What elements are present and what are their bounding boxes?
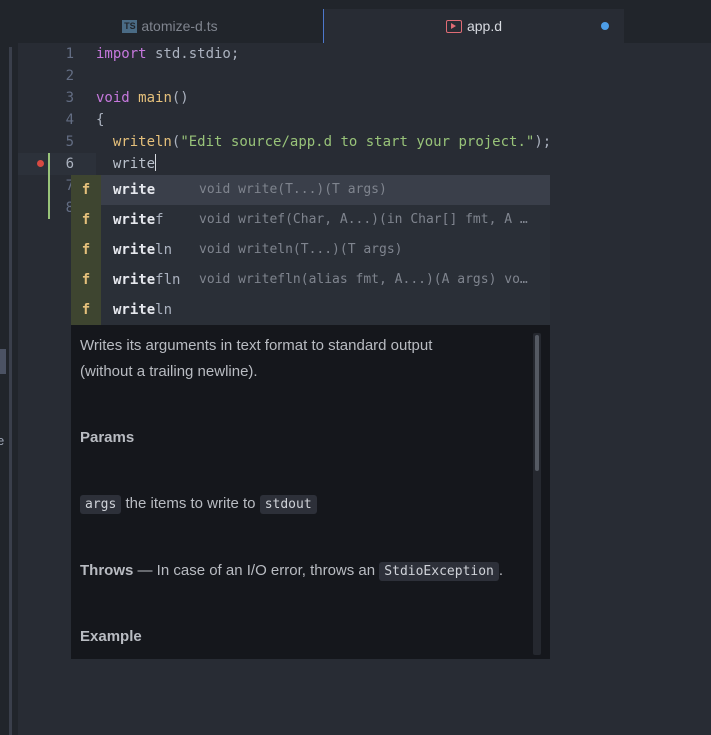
doc-example-heading: Example bbox=[80, 628, 142, 645]
tab-atomize-d-ts[interactable]: TS atomize-d.ts bbox=[18, 9, 322, 43]
keyword: import bbox=[96, 46, 147, 62]
line-number: 3 bbox=[65, 90, 74, 106]
suggestion-item[interactable]: f writeln bbox=[71, 295, 550, 325]
suggestion-item[interactable]: f writeln void writeln(T...)(T args) bbox=[71, 235, 550, 265]
suggestion-item[interactable]: f writefln void writefln(alias fmt, A...… bbox=[71, 265, 550, 295]
suggestion-item[interactable]: f writef void writef(Char, A...)(in Char… bbox=[71, 205, 550, 235]
panel-divider[interactable] bbox=[9, 47, 12, 735]
typed-text: write bbox=[112, 156, 156, 172]
suggestion-item[interactable]: f write void write(T...)(T args) bbox=[71, 175, 550, 205]
doc-param-entry: args the items to write to stdout bbox=[80, 491, 317, 518]
panel-toggle-tab[interactable] bbox=[0, 349, 6, 374]
code-line[interactable]: { bbox=[96, 109, 104, 131]
line-number: 2 bbox=[65, 68, 74, 84]
code-line[interactable]: writeln("Edit source/app.d to start your… bbox=[96, 131, 551, 153]
tab-label: atomize-d.ts bbox=[141, 18, 218, 34]
doc-params-heading: Params bbox=[80, 429, 135, 446]
function-kind-icon: f bbox=[71, 205, 101, 235]
throws-heading: Throws bbox=[80, 562, 134, 579]
text-cursor bbox=[155, 154, 157, 171]
param-target: stdout bbox=[259, 495, 317, 514]
tab-app-d[interactable]: app.d bbox=[323, 9, 624, 43]
line-number: 4 bbox=[65, 112, 74, 128]
function-kind-icon: f bbox=[71, 295, 101, 325]
string-literal: "Edit source/app.d to start your project… bbox=[180, 134, 535, 150]
code-text: std.stdio; bbox=[146, 46, 240, 62]
suggestion-signature: void writeln(T...)(T args) bbox=[199, 242, 403, 257]
code-text: ); bbox=[534, 134, 552, 150]
function-kind-icon: f bbox=[71, 235, 101, 265]
suggestion-name: writeln bbox=[113, 242, 173, 258]
function-call: writeln bbox=[112, 134, 172, 150]
code-line[interactable]: import std.stdio; bbox=[96, 43, 239, 65]
line-number: 1 bbox=[65, 46, 74, 62]
code-text: () bbox=[171, 90, 189, 106]
function-name: main bbox=[138, 90, 172, 106]
suggestion-name: writeln bbox=[113, 302, 173, 318]
suggestion-signature: void writef(Char, A...)(in Char[] fmt, A… bbox=[199, 212, 528, 227]
suggestion-signature: void write(T...)(T args) bbox=[199, 182, 387, 197]
line-number: 7 bbox=[65, 178, 74, 194]
suggestion-signature: void writefln(alias fmt, A...)(A args) v… bbox=[199, 272, 528, 287]
autocomplete-suggestions: f write void write(T...)(T args) f write… bbox=[71, 175, 550, 325]
left-panel-strip: e bbox=[0, 0, 18, 735]
keyword: void bbox=[96, 90, 130, 106]
code-text: { bbox=[96, 112, 105, 128]
typescript-file-icon: TS bbox=[122, 19, 138, 33]
modified-indicator-icon[interactable] bbox=[601, 22, 609, 30]
function-kind-icon: f bbox=[71, 175, 101, 205]
param-name: args bbox=[80, 495, 122, 514]
function-kind-icon: f bbox=[71, 265, 101, 295]
suggestion-name: writef bbox=[113, 212, 164, 228]
doc-throws: Throws — In case of an I/O error, throws… bbox=[80, 562, 504, 581]
line-number-current: 6 bbox=[65, 156, 74, 172]
code-line-current[interactable]: write bbox=[96, 153, 157, 175]
left-panel-text-fragment: e bbox=[0, 433, 5, 448]
exception-name: StdioException bbox=[379, 562, 499, 581]
tab-label: app.d bbox=[466, 18, 503, 34]
doc-description: Writes its arguments in text format to s… bbox=[80, 337, 433, 380]
d-file-icon bbox=[445, 19, 462, 33]
suggestion-name: write bbox=[113, 182, 156, 198]
line-number: 5 bbox=[65, 134, 74, 150]
doc-scrollbar-thumb[interactable] bbox=[535, 335, 539, 471]
suggestion-name: writefln bbox=[113, 272, 181, 288]
documentation-panel[interactable]: Writes its arguments in text format to s… bbox=[71, 325, 550, 659]
line-number: 8 bbox=[65, 200, 74, 216]
code-line[interactable]: void main() bbox=[96, 87, 189, 109]
